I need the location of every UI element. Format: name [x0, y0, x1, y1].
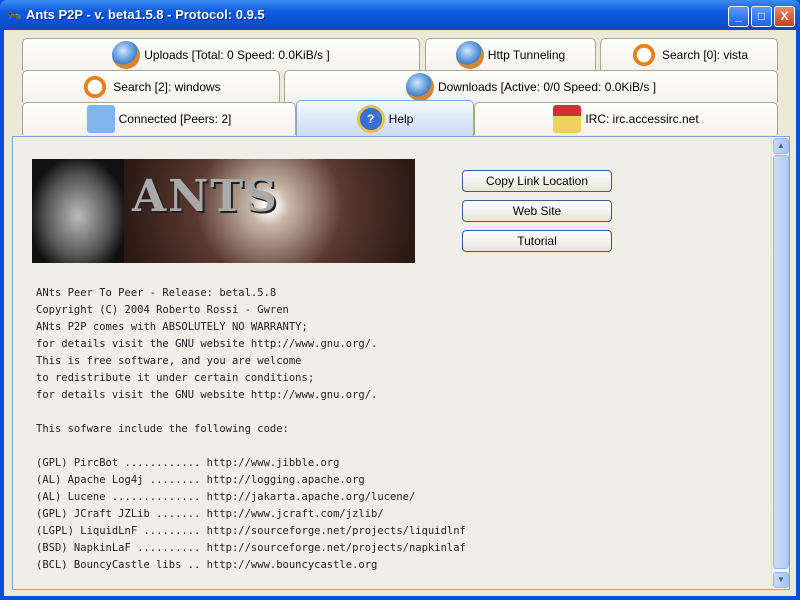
about-text: ANts Peer To Peer - Release: betal.5.8 C… [36, 285, 466, 574]
globe-download-icon [405, 73, 434, 101]
tab-label: Uploads [Total: 0 Speed: 0.0KiB/s ] [144, 48, 330, 62]
text-line: for details visit the GNU website http:/… [36, 338, 378, 350]
scroll-down-arrow-icon[interactable]: ▼ [773, 572, 789, 588]
tab-downloads[interactable]: Downloads [Active: 0/0 Speed: 0.0KiB/s ] [284, 70, 778, 103]
text-line: (LGPL) LiquidLnF ......... http://source… [36, 525, 466, 537]
magnifier-icon [629, 41, 658, 69]
tab-search-vista[interactable]: Search [0]: vista [600, 38, 778, 71]
text-line [36, 438, 466, 455]
vertical-scrollbar[interactable]: ▲ ▼ [771, 137, 789, 589]
tab-help[interactable]: ? Help [296, 100, 474, 136]
tab-label: Help [388, 111, 414, 126]
irc-folder-icon [553, 105, 582, 133]
scroll-up-arrow-icon[interactable]: ▲ [773, 138, 789, 154]
window-client: Uploads [Total: 0 Speed: 0.0KiB/s ] Http… [4, 30, 796, 596]
tab-search-windows[interactable]: Search [2]: windows [22, 70, 280, 103]
tab-http-tunneling[interactable]: Http Tunneling [425, 38, 596, 71]
text-line: This sofware include the following code: [36, 423, 289, 435]
text-line: (BSD) NapkinLaF .......... http://source… [36, 542, 466, 554]
text-line: ANts P2P comes with ABSOLUTELY NO WARRAN… [36, 321, 308, 333]
tab-label: Search [2]: windows [113, 80, 221, 94]
monitor-icon [86, 105, 115, 133]
tab-irc[interactable]: IRC: irc.accessirc.net [474, 102, 778, 135]
text-line: (AL) Lucene .............. http://jakart… [36, 491, 416, 503]
window-title: Ants P2P - v. beta1.5.8 - Protocol: 0.9.… [26, 7, 265, 22]
text-line: (BCL) BouncyCastle libs .. http://www.bo… [36, 559, 378, 571]
tab-label: Http Tunneling [487, 48, 566, 62]
title-bar[interactable]: 🐜 Ants P2P - v. beta1.5.8 - Protocol: 0.… [0, 0, 800, 30]
text-line: This is free software, and you are welco… [36, 355, 302, 367]
tab-label: Connected [Peers: 2] [118, 112, 232, 126]
ants-logo-image: ANTS [32, 159, 415, 263]
copy-link-location-button[interactable]: Copy Link Location [462, 170, 612, 192]
tab-uploads[interactable]: Uploads [Total: 0 Speed: 0.0KiB/s ] [22, 38, 420, 71]
web-site-button[interactable]: Web Site [462, 200, 612, 222]
tutorial-button[interactable]: Tutorial [462, 230, 612, 252]
minimize-button[interactable]: _ [728, 6, 749, 27]
tab-connected[interactable]: Connected [Peers: 2] [22, 102, 296, 135]
scroll-thumb[interactable] [773, 155, 789, 569]
maximize-button[interactable]: □ [751, 6, 772, 27]
close-button[interactable]: X [774, 6, 795, 27]
ant-app-icon: 🐜 [7, 8, 22, 22]
text-line: Copyright (C) 2004 Roberto Rossi - Gwren [36, 304, 289, 316]
text-line: to redistribute it under certain conditi… [36, 372, 315, 384]
text-line: (GPL) PircBot ............ http://www.ji… [36, 457, 340, 469]
text-line: for details visit the GNU website http:/… [36, 389, 378, 401]
text-line: ANts Peer To Peer - Release: betal.5.8 [36, 287, 277, 299]
tab-label: Search [0]: vista [661, 48, 749, 62]
help-icon: ? [356, 104, 385, 133]
globe-search-icon [455, 41, 484, 69]
text-line: (GPL) JCraft JZLib ....... http://www.jc… [36, 508, 384, 520]
tab-label: Downloads [Active: 0/0 Speed: 0.0KiB/s ] [437, 80, 657, 94]
text-line [36, 404, 466, 421]
tab-label: IRC: irc.accessirc.net [585, 112, 699, 126]
magnifier-icon [81, 73, 110, 101]
globe-upload-icon [112, 41, 141, 69]
text-line: (AL) Apache Log4j ........ http://loggin… [36, 474, 365, 486]
help-panel: ANTS Copy Link Location Web Site Tutoria… [12, 136, 790, 590]
